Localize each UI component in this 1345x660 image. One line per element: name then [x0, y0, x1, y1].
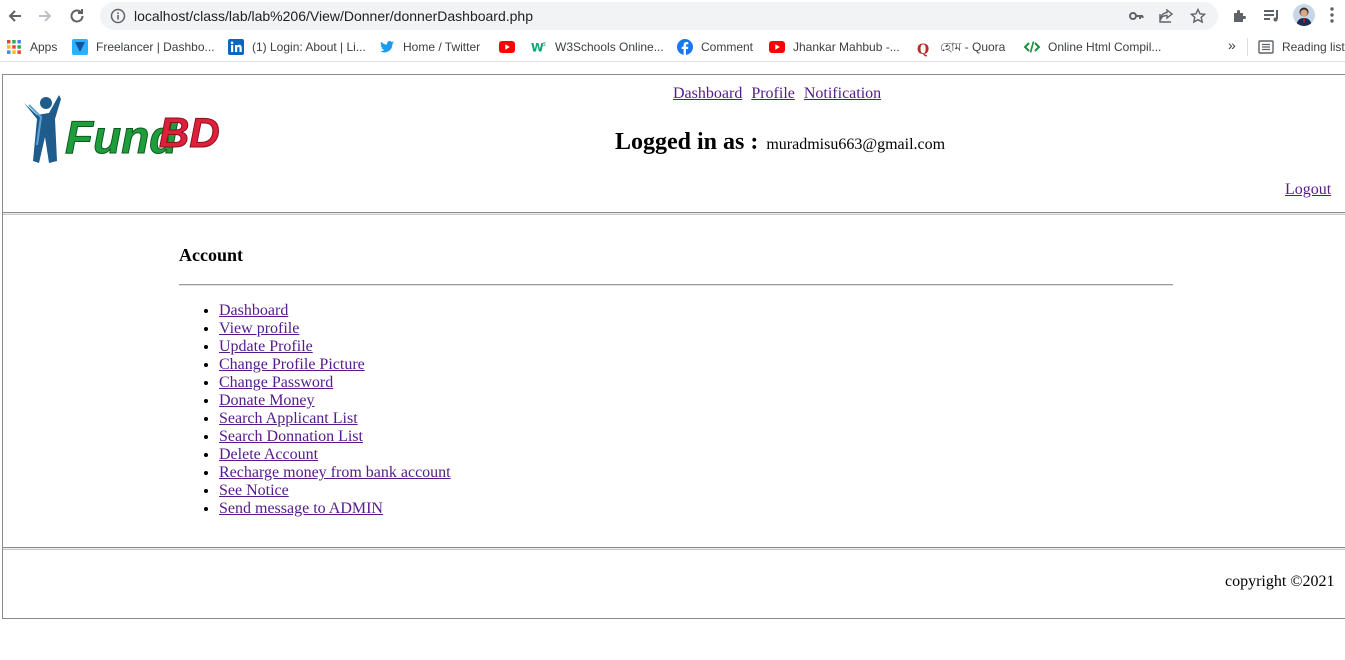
- share-icon[interactable]: [1158, 8, 1174, 24]
- list-item: Dashboard: [219, 302, 451, 320]
- menu-search-applicant-link[interactable]: Search Applicant List: [219, 410, 358, 427]
- list-item: See Notice: [219, 482, 451, 500]
- bookmark-youtube[interactable]: [499, 39, 523, 55]
- twitter-icon: [379, 39, 395, 55]
- nav-profile-link[interactable]: Profile: [751, 85, 795, 102]
- apps-grid-icon: [6, 39, 22, 55]
- svg-text:Q: Q: [917, 42, 929, 57]
- nav-notification-link[interactable]: Notification: [804, 85, 881, 102]
- bookmark-jhankar[interactable]: Jhankar Mahbub -...: [769, 39, 900, 55]
- reload-button[interactable]: [66, 5, 88, 27]
- list-item: Send message to ADMIN: [219, 500, 451, 518]
- quora-icon: Q: [916, 41, 932, 57]
- w3schools-icon: W3: [531, 39, 547, 55]
- facebook-icon: [677, 39, 693, 55]
- bookmark-quora[interactable]: Q হোম - Quora: [916, 39, 1005, 59]
- bookmark-label: Jhankar Mahbub -...: [793, 40, 900, 54]
- bookmark-label: Apps: [30, 40, 58, 54]
- profile-avatar[interactable]: [1293, 4, 1315, 26]
- account-divider: [179, 284, 1173, 286]
- menu-recharge-link[interactable]: Recharge money from bank account: [219, 464, 451, 481]
- bookmark-w3schools[interactable]: W3 W3Schools Online...: [531, 39, 664, 55]
- bookmarks-divider: [1247, 38, 1248, 56]
- reading-list-icon: [1258, 39, 1274, 55]
- reading-list-button[interactable]: Reading list: [1258, 39, 1345, 55]
- list-item: Delete Account: [219, 446, 451, 464]
- kebab-menu-icon[interactable]: [1329, 6, 1335, 29]
- youtube-icon: [499, 39, 515, 55]
- freelancer-icon: [72, 39, 88, 55]
- bookmark-label: হোম - Quora: [940, 40, 1006, 54]
- top-nav: Dashboard Profile Notification: [673, 85, 886, 103]
- menu-search-donation-link[interactable]: Search Donnation List: [219, 428, 363, 445]
- menu-change-picture-link[interactable]: Change Profile Picture: [219, 356, 365, 373]
- logout-link[interactable]: Logout: [1285, 181, 1331, 199]
- fundbd-logo: Fund BD: [24, 95, 220, 164]
- logged-in-status: Logged in as : muradmisu663@gmail.com: [615, 129, 945, 156]
- forward-button[interactable]: [34, 5, 56, 27]
- menu-see-notice-link[interactable]: See Notice: [219, 482, 289, 499]
- bookmark-label: Comment: [701, 40, 754, 54]
- url-text[interactable]: localhost/class/lab/lab%206/View/Donner/…: [134, 8, 533, 24]
- menu-dashboard-link[interactable]: Dashboard: [219, 302, 288, 319]
- list-item: Change Profile Picture: [219, 356, 451, 374]
- menu-change-password-link[interactable]: Change Password: [219, 374, 333, 391]
- bookmarks-overflow-button[interactable]: »: [1228, 37, 1236, 53]
- menu-update-profile-link[interactable]: Update Profile: [219, 338, 313, 355]
- bookmark-label: (1) Login: About | Li...: [252, 40, 366, 54]
- youtube-icon: [769, 39, 785, 55]
- code-icon: [1024, 39, 1040, 55]
- header-divider: [3, 212, 1345, 215]
- arrow-right-icon: [39, 10, 52, 22]
- bookmark-apps[interactable]: Apps: [6, 39, 57, 55]
- copyright-text: copyright ©2021: [1225, 573, 1335, 590]
- user-email: muradmisu663@gmail.com: [766, 136, 946, 153]
- site-header: Fund BD Dashboard Profile Notification L…: [3, 75, 1345, 213]
- list-item: View profile: [219, 320, 451, 338]
- page-content: Fund BD Dashboard Profile Notification L…: [2, 74, 1345, 619]
- bookmark-label: Online Html Compil...: [1048, 40, 1162, 54]
- bookmark-facebook[interactable]: Comment: [677, 39, 753, 55]
- bookmarks-bar: Apps Freelancer | Dashbo... (1) Login: A…: [0, 32, 1345, 62]
- list-item: Search Applicant List: [219, 410, 451, 428]
- bookmark-html-compiler[interactable]: Online Html Compil...: [1024, 39, 1161, 55]
- logged-in-label: Logged in as :: [615, 129, 759, 155]
- arrow-left-icon: [8, 10, 21, 22]
- menu-donate-money-link[interactable]: Donate Money: [219, 392, 315, 409]
- back-button[interactable]: [4, 5, 26, 27]
- account-menu: Dashboard View profile Update Profile Ch…: [179, 302, 451, 518]
- linkedin-icon: [228, 39, 244, 55]
- browser-toolbar: localhost/class/lab/lab%206/View/Donner/…: [0, 0, 1345, 32]
- menu-delete-account-link[interactable]: Delete Account: [219, 446, 318, 463]
- svg-text:3: 3: [543, 42, 546, 48]
- list-item: Update Profile: [219, 338, 451, 356]
- bookmark-freelancer[interactable]: Freelancer | Dashbo...: [72, 39, 215, 55]
- list-item: Recharge money from bank account: [219, 464, 451, 482]
- list-item: Donate Money: [219, 392, 451, 410]
- bookmark-linkedin[interactable]: (1) Login: About | Li...: [228, 39, 366, 55]
- bookmark-label: Freelancer | Dashbo...: [96, 40, 215, 54]
- reading-list-label: Reading list: [1282, 40, 1345, 54]
- list-item: Search Donnation List: [219, 428, 451, 446]
- menu-view-profile-link[interactable]: View profile: [219, 320, 299, 337]
- address-bar[interactable]: localhost/class/lab/lab%206/View/Donner/…: [100, 2, 1218, 30]
- extensions-icon[interactable]: [1231, 8, 1247, 29]
- account-heading: Account: [179, 245, 243, 265]
- key-icon[interactable]: [1128, 8, 1144, 24]
- nav-dashboard-link[interactable]: Dashboard: [673, 85, 742, 102]
- star-icon[interactable]: [1189, 7, 1207, 24]
- media-control-icon[interactable]: [1263, 8, 1281, 29]
- bookmark-label: W3Schools Online...: [555, 40, 664, 54]
- reload-icon: [70, 9, 84, 23]
- footer-divider: [3, 547, 1345, 550]
- menu-send-message-link[interactable]: Send message to ADMIN: [219, 500, 383, 517]
- info-icon[interactable]: [110, 8, 126, 29]
- svg-text:BD: BD: [159, 109, 220, 156]
- bookmark-label: Home / Twitter: [403, 40, 481, 54]
- bookmark-twitter[interactable]: Home / Twitter: [379, 39, 480, 55]
- list-item: Change Password: [219, 374, 451, 392]
- overflow-label: »: [1228, 37, 1236, 53]
